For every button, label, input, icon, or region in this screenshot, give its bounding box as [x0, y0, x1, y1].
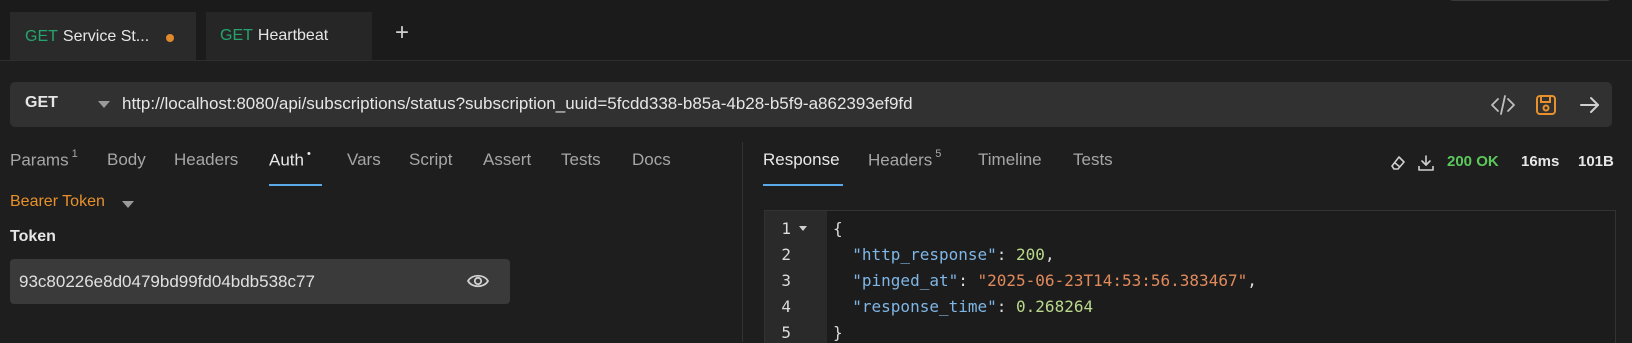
tab-params[interactable]: Params 1 — [10, 148, 78, 171]
response-body-editor[interactable]: 1 2 3 4 5 { "http_response": 200, "pinge… — [764, 210, 1616, 343]
tab-assert[interactable]: Assert — [483, 150, 531, 170]
tab-auth[interactable]: Auth • — [269, 148, 311, 171]
json-string: "2025-06-23T14:53:56.383467" — [977, 271, 1248, 290]
token-value: 93c80226e8d0479bd99fd04bdb538c77 — [19, 272, 315, 291]
line-number: 3 — [781, 271, 791, 290]
code-line: "response_time": 0.268264 — [852, 297, 1094, 316]
tab-body[interactable]: Body — [107, 150, 146, 170]
tab-method: GET — [220, 27, 253, 44]
tab-headers[interactable]: Headers — [174, 150, 238, 170]
tab-label: Heartbeat — [257, 27, 329, 44]
tab-tests[interactable]: Tests — [561, 150, 601, 170]
tab-vars[interactable]: Vars — [347, 150, 381, 170]
unsaved-indicator — [166, 34, 174, 42]
response-size: 101B — [1578, 153, 1614, 170]
json-number: 0.268264 — [1016, 297, 1094, 316]
active-tab-underline — [269, 184, 322, 186]
chevron-down-icon[interactable] — [122, 201, 134, 208]
line-number: 5 — [781, 323, 791, 342]
tab-heartbeat[interactable]: GET Heartbeat — [206, 12, 372, 60]
line-number: 1 — [781, 219, 791, 238]
code-line: } — [833, 323, 843, 342]
code-line: { — [833, 219, 843, 238]
tab-response-headers-label: Headers — [868, 150, 933, 170]
eye-icon[interactable] — [466, 271, 490, 291]
code-line: "pinged_at": "2025-06-23T14:53:56.383467… — [852, 271, 1257, 290]
tab-params-label: Params — [10, 150, 69, 170]
new-tab-button[interactable]: + — [389, 20, 415, 46]
tab-response-headers[interactable]: Headers 5 — [868, 148, 942, 171]
token-label: Token — [10, 228, 56, 245]
json-number: 200 — [1016, 245, 1045, 264]
top-search-pill[interactable] — [1447, 0, 1613, 1]
token-input[interactable]: 93c80226e8d0479bd99fd04bdb538c77 — [10, 259, 510, 304]
line-number-gutter: 1 2 3 4 5 — [765, 211, 827, 343]
code-line: "http_response": 200, — [852, 245, 1055, 264]
brace: } — [833, 323, 843, 342]
url-input[interactable]: http://localhost:8080/api/subscriptions/… — [122, 94, 913, 114]
line-number: 2 — [781, 245, 791, 264]
eraser-icon[interactable] — [1389, 154, 1407, 172]
tab-service-status[interactable]: GET Service St... — [10, 12, 196, 60]
request-url-bar: GET http://localhost:8080/api/subscripti… — [10, 82, 1612, 127]
auth-mode-select[interactable]: Bearer Token — [10, 193, 105, 211]
line-number: 4 — [781, 297, 791, 316]
auth-modified-mark: • — [306, 148, 311, 160]
status-badge: 200 OK — [1447, 153, 1499, 170]
tab-timeline[interactable]: Timeline — [978, 150, 1042, 170]
method-select[interactable]: GET — [25, 94, 58, 112]
download-icon[interactable] — [1417, 154, 1435, 172]
tab-bar: GET Service St... GET Heartbeat + — [0, 0, 1632, 61]
chevron-down-icon[interactable] — [98, 101, 110, 108]
save-icon[interactable] — [1533, 92, 1559, 118]
tab-method: GET — [25, 28, 58, 45]
response-time: 16ms — [1521, 153, 1560, 170]
brace: { — [833, 219, 843, 238]
json-key: "http_response" — [852, 245, 997, 264]
code-icon[interactable] — [1490, 92, 1516, 118]
params-count: 1 — [71, 148, 78, 160]
send-arrow-icon[interactable] — [1577, 92, 1603, 118]
tab-response[interactable]: Response — [763, 150, 840, 170]
json-key: "response_time" — [852, 297, 997, 316]
request-tabs: Params 1 Body Headers Auth • Vars Script A… — [0, 148, 742, 190]
headers-count: 5 — [935, 148, 942, 160]
json-key: "pinged_at" — [852, 271, 959, 290]
tab-label: Service St... — [62, 28, 150, 45]
tab-script[interactable]: Script — [409, 150, 452, 170]
tab-auth-label: Auth — [269, 150, 304, 170]
tab-docs[interactable]: Docs — [632, 150, 671, 170]
tab-response-tests[interactable]: Tests — [1073, 150, 1113, 170]
fold-toggle-icon[interactable] — [799, 226, 807, 231]
active-tab-underline — [763, 184, 843, 186]
